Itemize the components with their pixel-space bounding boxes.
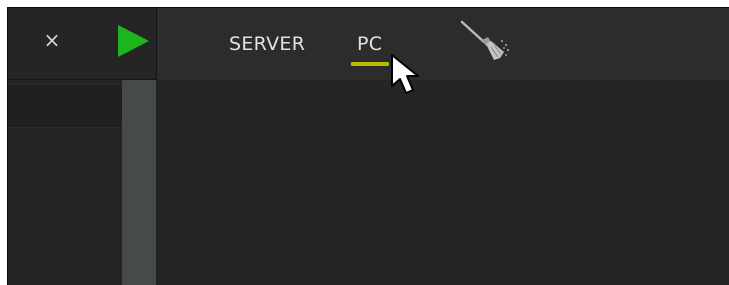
active-tab-indicator bbox=[351, 62, 389, 66]
tab-pc-label: PC bbox=[357, 33, 383, 55]
close-button[interactable]: × bbox=[40, 28, 64, 52]
tab-server-label: SERVER bbox=[229, 33, 306, 55]
list-item[interactable] bbox=[8, 84, 122, 128]
scrollbar[interactable] bbox=[122, 80, 156, 285]
play-button[interactable] bbox=[115, 24, 151, 58]
left-panel bbox=[8, 80, 122, 285]
app-window: × SERVER PC bbox=[7, 7, 729, 285]
close-icon: × bbox=[43, 28, 61, 52]
top-toolbar: × SERVER PC bbox=[8, 8, 729, 80]
tab-server[interactable]: SERVER bbox=[229, 30, 333, 58]
main-content-area bbox=[156, 80, 729, 285]
broom-icon bbox=[460, 20, 509, 60]
tab-pc[interactable]: PC bbox=[357, 30, 397, 58]
play-icon bbox=[118, 25, 149, 57]
clear-button[interactable] bbox=[460, 20, 512, 68]
tool-box: × bbox=[8, 8, 157, 80]
